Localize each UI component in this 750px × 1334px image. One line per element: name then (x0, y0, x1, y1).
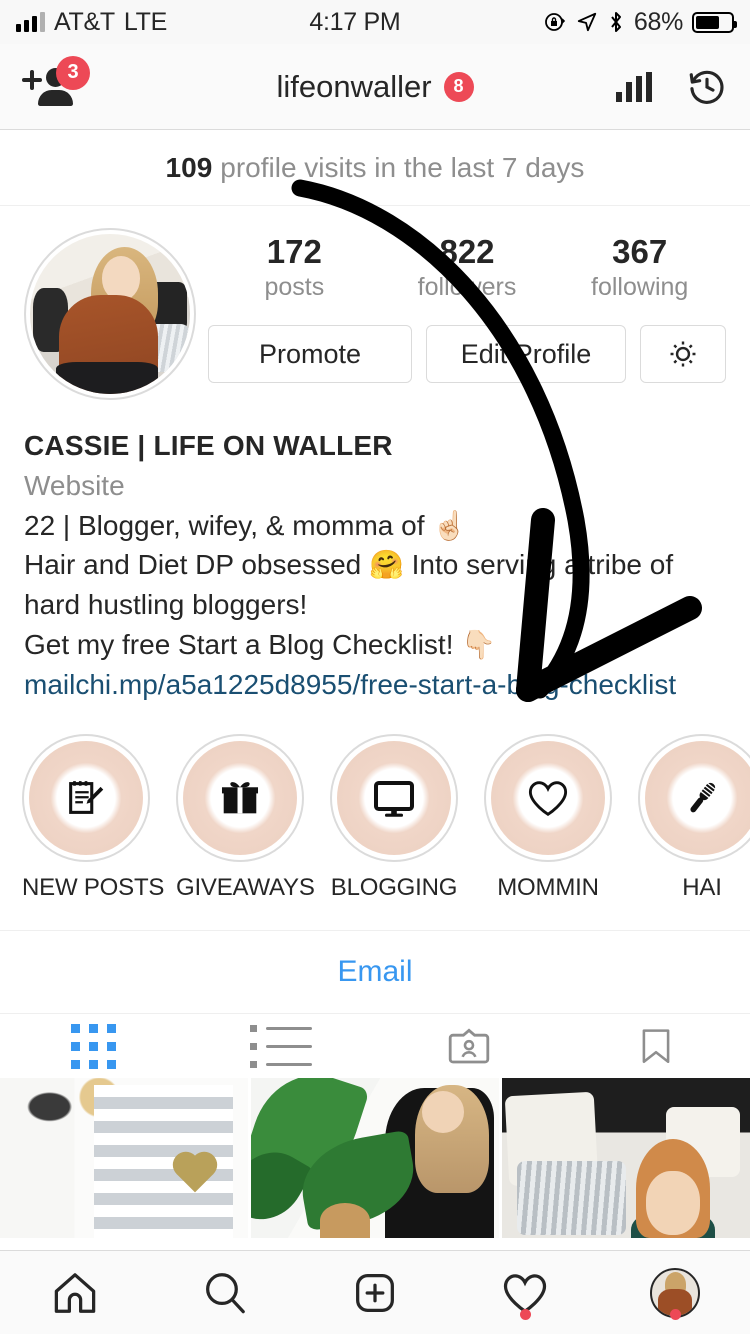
bottom-navigation (0, 1250, 750, 1334)
tab-list[interactable] (188, 1014, 376, 1078)
highlight-new-posts[interactable]: NEW POSTS (22, 734, 165, 902)
edit-profile-button[interactable]: Edit Profile (425, 325, 626, 384)
bluetooth-icon (611, 12, 621, 32)
nav-home[interactable] (0, 1251, 150, 1334)
nav-activity[interactable] (450, 1251, 600, 1334)
nav-right-actions (616, 66, 728, 108)
username-badge: 8 (443, 71, 474, 102)
stat-followers-label: followers (417, 272, 517, 301)
carrier-label: AT&T (54, 7, 115, 36)
search-icon (206, 1272, 245, 1313)
promote-button[interactable]: Promote (208, 325, 412, 384)
insights-bar-chart-icon[interactable] (616, 71, 652, 102)
username-label: lifeonwaller (276, 68, 432, 104)
profile-notification-dot (669, 1309, 681, 1320)
email-button[interactable]: Email (337, 955, 412, 988)
contact-section: Email (0, 930, 750, 1015)
add-person-button[interactable]: 3 (22, 55, 142, 109)
status-bar: AT&T LTE 4:17 PM 68% (0, 0, 750, 44)
tab-saved[interactable] (563, 1014, 750, 1078)
profile-stats: 172 posts 822 followers 367 following (208, 233, 726, 303)
profile-bio: CASSIE | LIFE ON WALLER Website 22 | Blo… (0, 400, 750, 704)
profile-visits-banner[interactable]: 109 profile visits in the last 7 days (0, 130, 750, 206)
display-name: CASSIE | LIFE ON WALLER (24, 430, 393, 461)
highlight-cover (183, 741, 297, 856)
stat-posts-label: posts (264, 272, 325, 301)
profile-header: 172 posts 822 followers 367 following Pr… (0, 206, 750, 400)
gift-icon (221, 782, 259, 814)
bookmark-icon (642, 1029, 670, 1064)
battery-percent-label: 68% (633, 7, 683, 36)
rotation-lock-icon (544, 13, 565, 31)
nav-add-post[interactable] (300, 1251, 450, 1334)
stat-following-label: following (591, 272, 689, 301)
add-person-badge: 3 (56, 55, 90, 90)
tagged-person-icon (448, 1028, 489, 1064)
stat-following-number: 367 (612, 233, 668, 270)
stat-posts[interactable]: 172 posts (208, 233, 381, 303)
location-arrow-icon (577, 12, 597, 32)
highlight-label: NEW POSTS (22, 874, 165, 902)
archive-clock-icon[interactable] (686, 66, 728, 108)
battery-icon (692, 11, 737, 33)
add-person-icon: 3 (22, 55, 90, 109)
profile-visits-count: 109 (165, 151, 213, 183)
highlight-label: GIVEAWAYS (176, 874, 315, 902)
plus-square-icon (356, 1273, 394, 1312)
bio-text: 22 | Blogger, wifey, & momma of ☝🏻 Hair … (24, 509, 674, 660)
post-tile[interactable] (502, 1078, 750, 1239)
highlight-cover (337, 741, 451, 856)
activity-notification-dot (519, 1309, 531, 1320)
post-tile[interactable] (0, 1078, 248, 1239)
highlight-cover (491, 741, 605, 856)
post-tile[interactable] (251, 1078, 499, 1239)
tab-tagged[interactable] (375, 1014, 563, 1078)
avatar[interactable] (24, 228, 196, 400)
tab-grid[interactable] (0, 1014, 188, 1078)
highlight-cover (645, 741, 750, 856)
status-bar-left: AT&T LTE (16, 8, 167, 37)
highlight-hair[interactable]: HAI (638, 734, 750, 902)
avatar-image (30, 234, 190, 394)
post-grid (0, 1078, 750, 1239)
notepad-pencil-icon (69, 781, 104, 815)
story-highlights: NEW POSTS GIVEAWAYS BLOGGING MOMMIN HAI (0, 704, 750, 902)
list-icon (250, 1024, 313, 1068)
settings-button[interactable] (640, 325, 726, 384)
nav-search[interactable] (150, 1251, 300, 1334)
profile-action-buttons: Promote Edit Profile (208, 325, 726, 384)
highlight-label: BLOGGING (330, 874, 458, 902)
network-label: LTE (123, 7, 167, 36)
stat-followers-number: 822 (439, 233, 495, 270)
signal-bars-icon (16, 12, 45, 32)
stat-following[interactable]: 367 following (553, 233, 726, 303)
profile-visits-text: profile visits in the last 7 days (220, 151, 585, 183)
profile-tabs (0, 1014, 750, 1078)
grid-icon (71, 1023, 117, 1069)
hairbrush-icon (690, 782, 717, 813)
monitor-icon (374, 781, 414, 818)
highlight-mommin[interactable]: MOMMIN (484, 734, 612, 902)
home-icon (54, 1272, 96, 1313)
stat-posts-number: 172 (266, 233, 322, 270)
status-bar-right: 68% (543, 7, 737, 37)
highlight-label: MOMMIN (497, 874, 599, 902)
profile-category: Website (24, 469, 125, 501)
highlight-giveaways[interactable]: GIVEAWAYS (176, 734, 315, 902)
highlight-label: HAI (682, 874, 722, 902)
profile-nav-bar: 3 lifeonwaller 8 (0, 44, 750, 130)
highlight-blogging[interactable]: BLOGGING (330, 734, 458, 902)
clock-label: 4:17 PM (309, 7, 401, 36)
bio-link[interactable]: mailchi.mp/a5a1225d8955/free-start-a-blo… (24, 665, 726, 705)
highlight-cover (29, 741, 143, 856)
heart-icon (528, 781, 568, 817)
nav-profile[interactable] (600, 1251, 750, 1334)
gear-icon (666, 337, 700, 371)
stat-followers[interactable]: 822 followers (381, 233, 554, 303)
